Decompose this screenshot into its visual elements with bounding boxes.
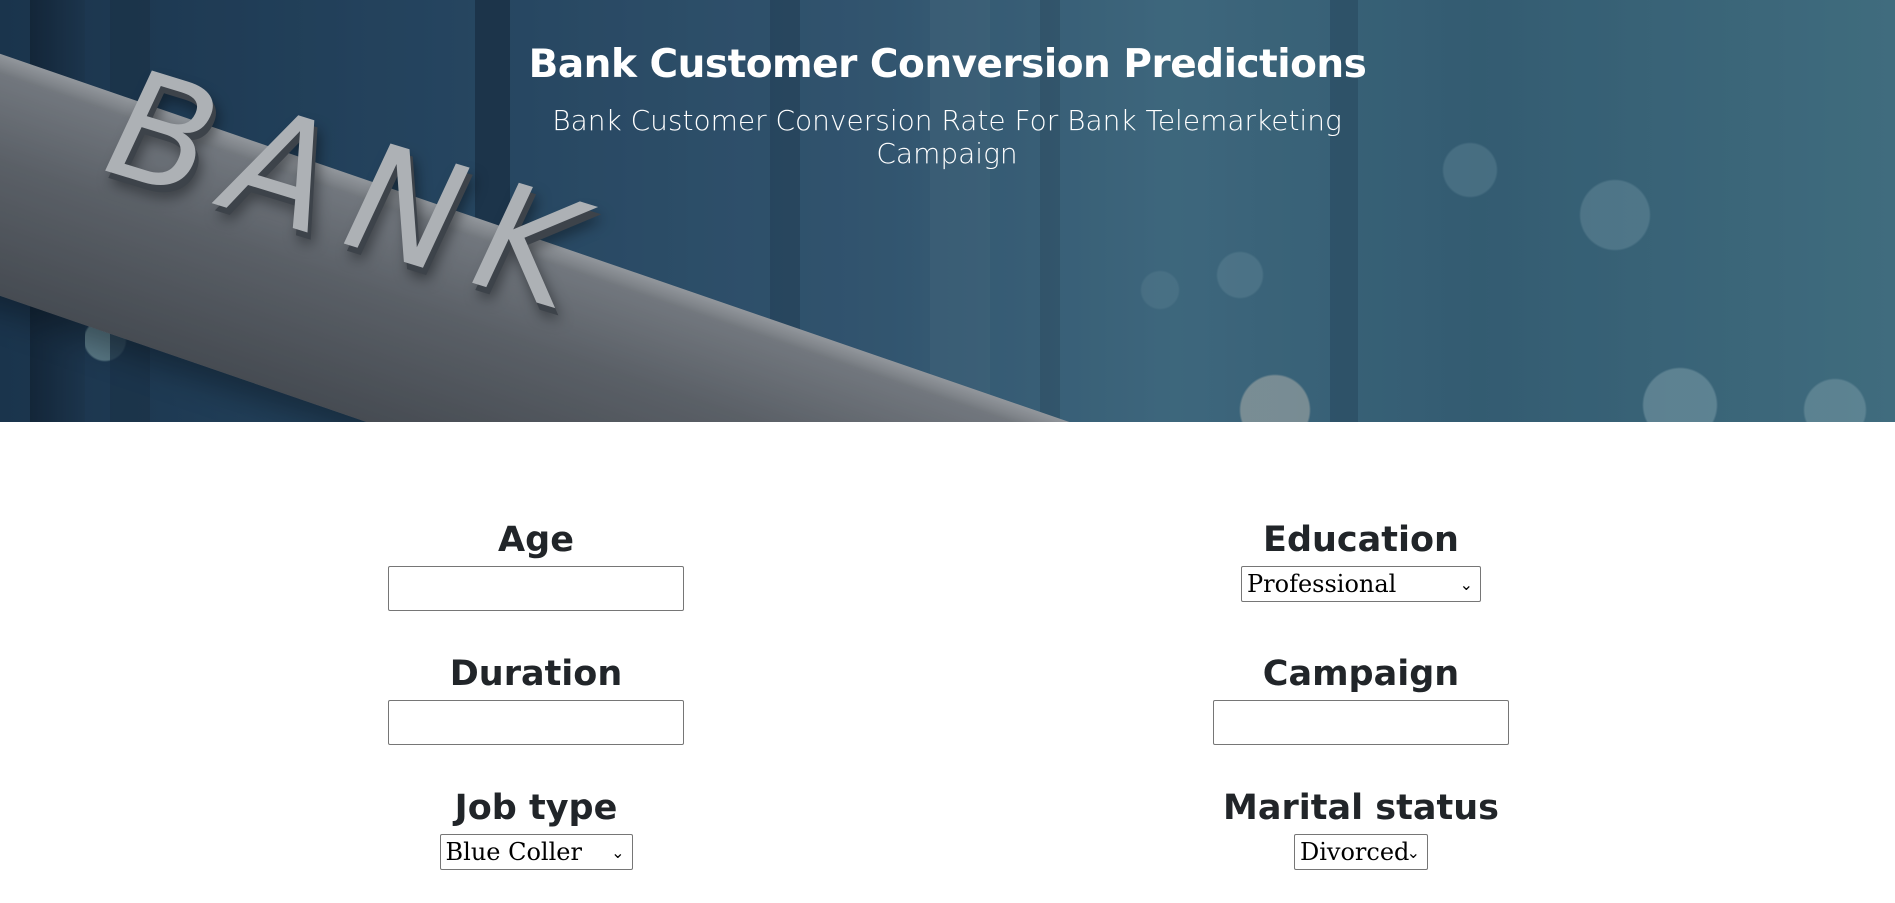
marital-status-selected-value: Divorced <box>1300 838 1410 866</box>
campaign-label: Campaign <box>1262 654 1460 694</box>
page-title: Bank Customer Conversion Predictions <box>528 42 1367 87</box>
marital-status-select[interactable]: Divorced ⌄ <box>1294 834 1428 870</box>
marital-status-label: Marital status <box>1223 788 1499 828</box>
education-selected-value: Professional <box>1247 570 1397 598</box>
hero-banner: BANK Bank Customer Conversion Prediction… <box>0 0 1895 422</box>
age-label: Age <box>498 520 574 560</box>
job-type-select[interactable]: Blue Coller ⌄ <box>439 834 633 870</box>
age-field-group: Age <box>156 518 916 611</box>
job-type-label: Job type <box>454 788 618 828</box>
duration-label: Duration <box>449 654 623 694</box>
job-type-field-group: Job type Blue Coller ⌄ <box>156 786 916 870</box>
education-field-group: Education Professional ⌄ <box>981 518 1741 602</box>
education-select[interactable]: Professional ⌄ <box>1241 566 1481 602</box>
campaign-input[interactable] <box>1213 700 1509 745</box>
duration-input[interactable] <box>388 700 684 745</box>
chevron-down-icon: ⌄ <box>611 843 625 862</box>
marital-status-field-group: Marital status Divorced ⌄ <box>981 786 1741 870</box>
chevron-down-icon: ⌄ <box>1406 843 1420 862</box>
education-label: Education <box>1263 520 1459 560</box>
duration-field-group: Duration <box>156 652 916 745</box>
chevron-down-icon: ⌄ <box>1459 575 1473 594</box>
prediction-form: Age Education Professional ⌄ Duration Ca… <box>0 422 1895 903</box>
campaign-field-group: Campaign <box>981 652 1741 745</box>
job-type-selected-value: Blue Coller <box>445 838 582 866</box>
age-input[interactable] <box>388 566 684 611</box>
page-subtitle: Bank Customer Conversion Rate For Bank T… <box>552 104 1342 170</box>
